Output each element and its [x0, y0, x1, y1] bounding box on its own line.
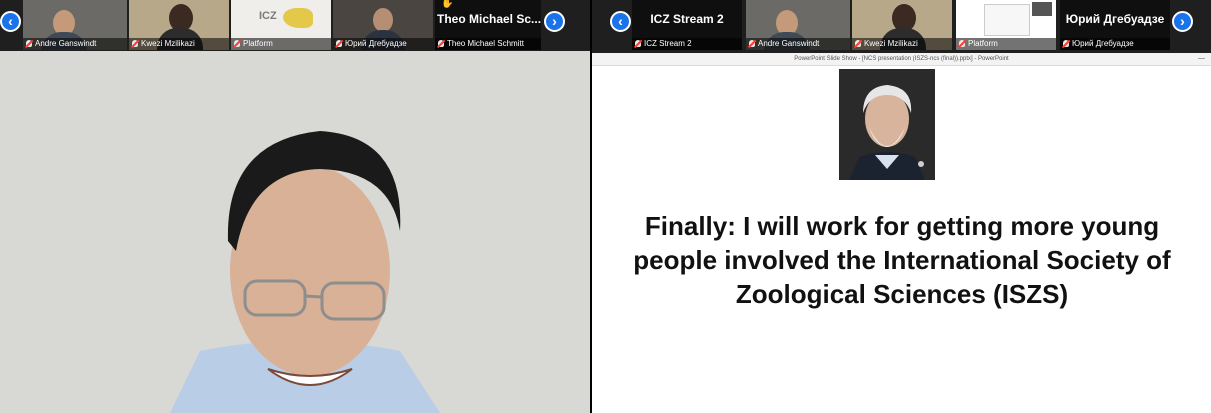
participant-name-label: Юрий Дгебуадзе	[333, 38, 433, 50]
right-video-pane: ICZ Stream 2 ICZ Stream 2 Andre Ganswind…	[592, 0, 1211, 413]
muted-mic-icon	[855, 40, 861, 47]
muted-mic-icon	[749, 40, 755, 47]
participant-tile-kwezi[interactable]: Kwezi Mzilikazi	[852, 0, 952, 50]
participant-name-label: ICZ Stream 2	[632, 38, 742, 50]
participant-tile-andre[interactable]: Andre Ganswindt	[746, 0, 850, 50]
participant-tile-platform[interactable]: Platform	[956, 0, 1056, 50]
next-participants-button[interactable]: ›	[544, 11, 565, 32]
presenter-photo	[839, 69, 935, 180]
powerpoint-window: PowerPoint Slide Show - [NCS presentatio…	[592, 53, 1211, 413]
participant-name-label: Platform	[231, 38, 331, 50]
participant-tile-theo[interactable]: ✋ Theo Michael Sc... Theo Michael Schmit…	[435, 0, 541, 50]
window-title: PowerPoint Slide Show - [NCS presentatio…	[794, 56, 1009, 62]
participant-strip-right: ICZ Stream 2 ICZ Stream 2 Andre Ganswind…	[592, 0, 1211, 51]
presenter-portrait-image	[839, 69, 935, 180]
participant-tile-yuri[interactable]: Юрий Дгебуадзе	[333, 0, 433, 50]
participant-name-label: Andre Ganswindt	[23, 38, 127, 50]
powerpoint-titlebar: PowerPoint Slide Show - [NCS presentatio…	[592, 53, 1211, 66]
muted-mic-icon	[132, 40, 138, 47]
muted-mic-icon	[26, 40, 32, 47]
minimize-button[interactable]: —	[1198, 53, 1205, 65]
speaker-thumbnail	[1032, 2, 1052, 16]
left-video-pane: Andre Ganswindt Kwezi Mzilikazi ICZ Plat…	[0, 0, 590, 413]
muted-mic-icon	[234, 40, 240, 47]
icz-logo: ICZ	[259, 10, 277, 22]
muted-mic-icon	[635, 40, 641, 47]
participant-name-label: Platform	[956, 38, 1056, 50]
muted-mic-icon	[438, 40, 444, 47]
participant-name-label: Kwezi Mzilikazi	[852, 38, 952, 50]
muted-mic-icon	[1063, 40, 1069, 47]
speaker-video	[0, 51, 590, 413]
raised-hand-icon: ✋	[441, 0, 454, 9]
participant-name-label: Юрий Дгебуадзе	[1060, 38, 1170, 50]
muted-mic-icon	[959, 40, 965, 47]
previous-participants-button[interactable]: ‹	[0, 11, 21, 32]
previous-participants-button[interactable]: ‹	[610, 11, 631, 32]
participant-tile-andre[interactable]: Andre Ganswindt	[23, 0, 127, 50]
speaker-portrait-image	[0, 51, 590, 413]
participant-name-label: Kwezi Mzilikazi	[129, 38, 229, 50]
slide-thumbnail	[984, 4, 1030, 36]
participant-big-name: Юрий Дгебуадзе	[1065, 12, 1165, 26]
participant-tile-yuri[interactable]: Юрий Дгебуадзе Юрий Дгебуадзе	[1060, 0, 1170, 50]
participant-name-label: Theo Michael Schmitt	[435, 38, 541, 50]
next-participants-button[interactable]: ›	[1172, 11, 1193, 32]
muted-mic-icon	[336, 40, 342, 47]
participant-big-name: Theo Michael Sc...	[437, 12, 541, 26]
participant-name-label: Andre Ganswindt	[746, 38, 850, 50]
slide-body-text: Finally: I will work for getting more yo…	[633, 211, 1171, 309]
giraffe-logo-icon	[283, 8, 313, 28]
participant-tile-kwezi[interactable]: Kwezi Mzilikazi	[129, 0, 229, 50]
participant-big-name: ICZ Stream 2	[650, 12, 724, 26]
participant-tile-platform[interactable]: ICZ Platform	[231, 0, 331, 50]
participant-tile-icz-stream[interactable]: ICZ Stream 2 ICZ Stream 2	[632, 0, 742, 50]
participant-strip-left: Andre Ganswindt Kwezi Mzilikazi ICZ Plat…	[0, 0, 590, 51]
presentation-slide: Finally: I will work for getting more yo…	[592, 66, 1211, 413]
